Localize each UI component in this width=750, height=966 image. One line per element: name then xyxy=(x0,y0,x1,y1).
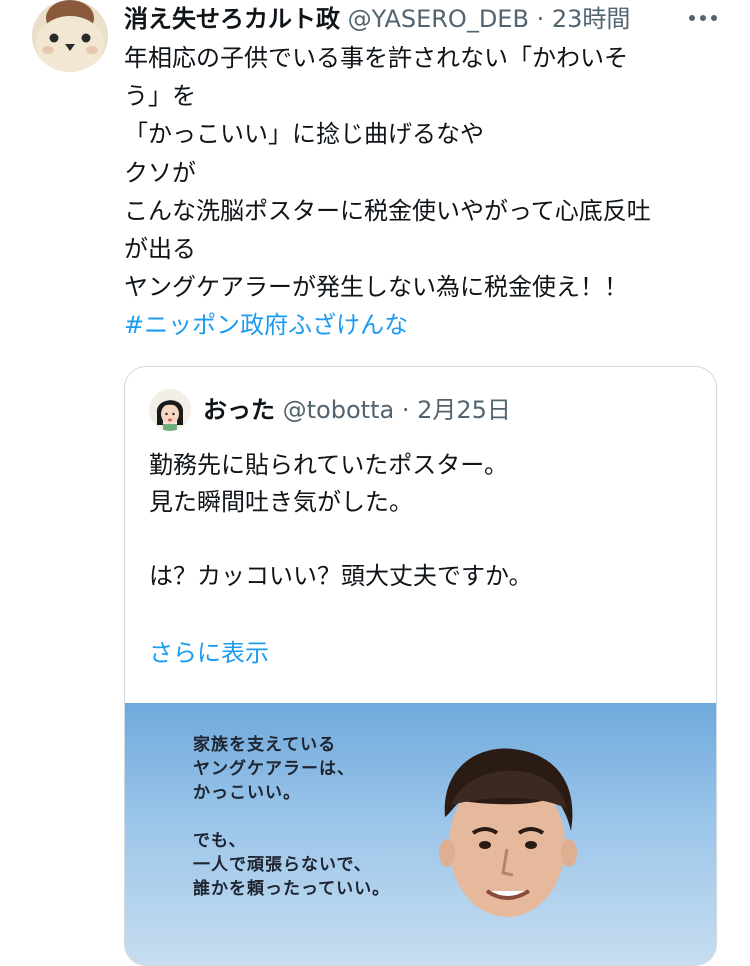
tweet-line: う」を xyxy=(124,82,196,111)
tweet-line: クソが xyxy=(124,158,196,187)
quote-author-avatar[interactable] xyxy=(149,389,191,431)
poster-text: 家族を支えている ヤングケアラーは、 かっこいい。 でも、 一人で頑張らないで、… xyxy=(193,733,390,901)
author-handle[interactable]: @YASERO_DEB xyxy=(348,5,529,33)
tweet-timestamp[interactable]: 23時間 xyxy=(552,5,631,33)
quote-date[interactable]: 2月25日 xyxy=(417,396,511,424)
author-name[interactable]: 消え失せろカルト政 xyxy=(124,2,340,36)
poster-line: ヤングケアラーは、 xyxy=(193,759,355,779)
tweet-line: 「かっこいい」に捻じ曲げるなや xyxy=(124,120,484,149)
hashtag-link[interactable]: #ニッポン政府ふざけんな xyxy=(124,311,408,339)
tweet-line: が出る xyxy=(124,235,196,264)
quote-separator: · xyxy=(401,396,410,424)
poster-line: 一人で頑張らないで、 xyxy=(193,855,372,875)
man-portrait-icon xyxy=(439,748,577,917)
bird-avatar-icon xyxy=(32,0,108,72)
poster-line: かっこいい。 xyxy=(193,783,301,803)
tweet-line: 年相応の子供でいる事を許されない「かわいそ xyxy=(124,44,628,72)
header-separator: · xyxy=(536,5,545,33)
show-more-link[interactable]: さらに表示 xyxy=(149,635,269,671)
quoted-tweet-card[interactable]: おった @tobotta · 2月25日 勤務先に貼られていたポスター。 見た瞬… xyxy=(124,366,717,966)
quote-author-handle[interactable]: @tobotta xyxy=(283,396,395,424)
tweet-line: ヤングケアラーが発生しない為に税金使え！！ xyxy=(124,273,628,302)
poster-image[interactable]: 家族を支えている ヤングケアラーは、 かっこいい。 でも、 一人で頑張らないで、… xyxy=(125,703,716,965)
quote-author-name[interactable]: おった xyxy=(203,396,275,424)
poster-line: 誰かを頼ったっていい。 xyxy=(193,879,391,899)
quote-text: 勤務先に貼られていたポスター。 見た瞬間吐き気がした。 は？カッコいい？頭大丈夫… xyxy=(149,447,699,595)
poster-line: でも、 xyxy=(193,831,247,851)
tweet-line: こんな洗脳ポスターに税金使いやがって心底反吐 xyxy=(124,196,651,225)
poster-line: 家族を支えている xyxy=(193,735,337,755)
quote-line xyxy=(149,521,699,558)
quote-line: 見た瞬間吐き気がした。 xyxy=(149,488,413,516)
quote-header: おった @tobotta · 2月25日 xyxy=(203,392,511,428)
girl-avatar-icon xyxy=(149,389,191,431)
quote-line: は？カッコいい？頭大丈夫ですか。 xyxy=(149,562,533,590)
tweet-header: 消え失せろカルト政 @YASERO_DEB · 23時間 xyxy=(124,2,724,36)
author-avatar[interactable] xyxy=(32,0,108,72)
more-horizontal-icon[interactable] xyxy=(686,4,720,32)
tweet-text: 年相応の子供でいる事を許されない「かわいそ う」を 「かっこいい」に捻じ曲げるな… xyxy=(124,39,724,345)
quote-line: 勤務先に貼られていたポスター。 xyxy=(149,451,509,479)
poster-line xyxy=(193,805,390,829)
